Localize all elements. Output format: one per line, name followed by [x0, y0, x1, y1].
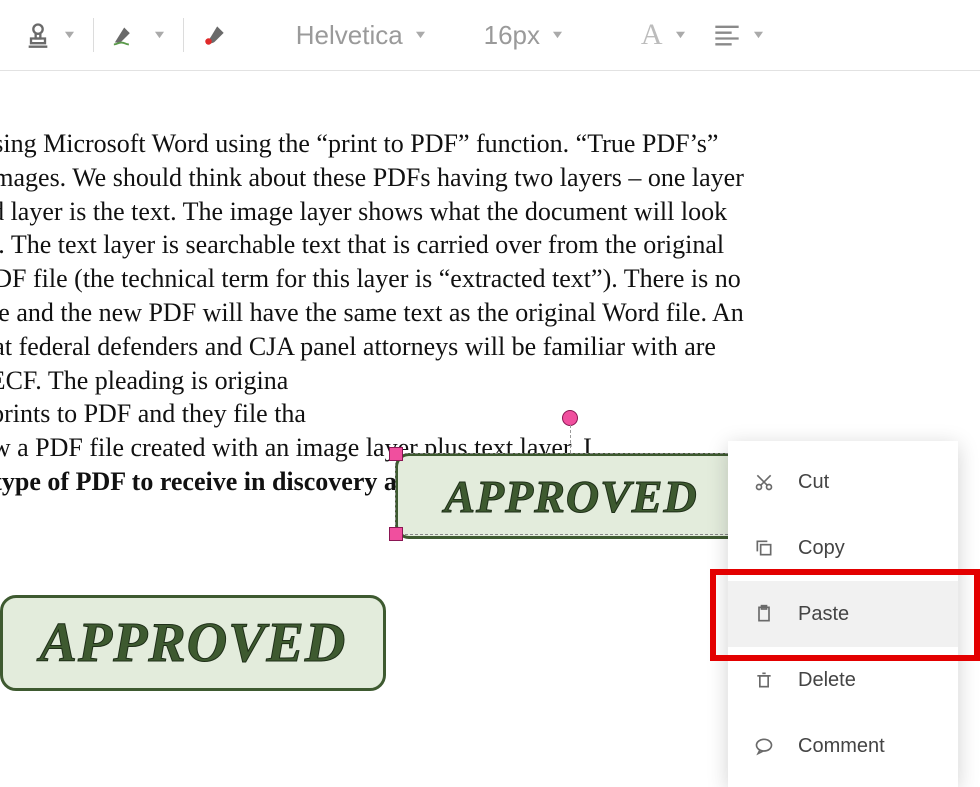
menu-item-comment[interactable]: Comment [728, 713, 958, 779]
font-size-label: 16px [484, 20, 540, 51]
delete-icon [752, 670, 776, 690]
rotate-handle[interactable] [562, 410, 578, 426]
approved-stamp[interactable]: APPROVED [0, 595, 386, 691]
text-line: chable and the new PDF will have the sam… [0, 296, 902, 330]
stamp-text: APPROVED [40, 611, 347, 675]
chevron-down-icon: ▼ [751, 29, 766, 41]
text-line: Fs that federal defenders and CJA panel … [0, 330, 902, 364]
chevron-down-icon: ▼ [550, 29, 565, 41]
chevron-down-icon: ▼ [152, 29, 167, 41]
divider [183, 18, 184, 52]
stamp-icon [24, 21, 52, 49]
text-line: paper. The text layer is searchable text… [0, 228, 902, 262]
text-color-icon: A [641, 18, 663, 52]
text-line: ted using Microsoft Word using the “prin… [0, 127, 902, 161]
menu-label: Comment [798, 735, 885, 758]
sign-tool[interactable]: ▼ [98, 0, 179, 70]
menu-label: Cut [798, 471, 829, 494]
divider [93, 18, 94, 52]
text-line: and images. We should think about these … [0, 161, 902, 195]
document-area: ted using Microsoft Word using the “prin… [0, 95, 980, 686]
selection-box[interactable] [395, 453, 743, 535]
align-tool[interactable]: ▼ [699, 0, 778, 70]
text-line: ew PDF file (the technical term for this… [0, 262, 902, 296]
brush-tool[interactable] [188, 0, 242, 70]
chevron-down-icon: ▼ [62, 29, 77, 41]
toolbar: ▼ ▼ Helvetica ▼ 16px ▼ A ▼ ▼ [0, 0, 980, 71]
fountain-pen-icon [112, 21, 142, 49]
font-size-select[interactable]: 16px ▼ [470, 0, 577, 70]
text-color-tool[interactable]: A ▼ [627, 0, 700, 70]
resize-handle-sw[interactable] [389, 527, 403, 541]
menu-label: Copy [798, 537, 845, 560]
text-line: F or prints to PDF and they file tha [0, 397, 902, 431]
menu-label: Delete [798, 669, 856, 692]
comment-icon [752, 736, 776, 756]
text-line: CM/ECF. The pleading is origina [0, 364, 902, 398]
font-family-select[interactable]: Helvetica ▼ [282, 0, 440, 70]
resize-handle-nw[interactable] [389, 447, 403, 461]
chevron-down-icon: ▼ [413, 29, 428, 41]
copy-icon [752, 538, 776, 558]
stamp-tool[interactable]: ▼ [10, 0, 89, 70]
align-icon [713, 24, 741, 46]
text-line: econd layer is the text. The image layer… [0, 195, 902, 229]
highlight-box [710, 569, 980, 661]
chevron-down-icon: ▼ [672, 29, 687, 41]
font-name-label: Helvetica [296, 20, 403, 51]
menu-item-cut[interactable]: Cut [728, 449, 958, 515]
brush-icon [202, 22, 228, 48]
cut-icon [752, 472, 776, 492]
